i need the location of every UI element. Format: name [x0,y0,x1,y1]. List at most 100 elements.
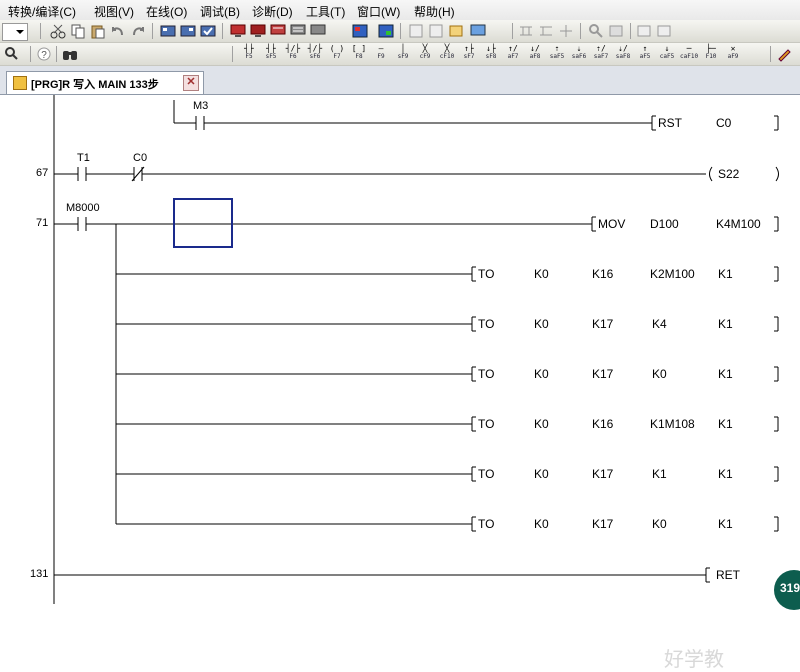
ladder-key-symbol: ─ [686,44,692,53]
ladder-key-saf8[interactable]: ⇣/saF8 [614,45,632,63]
binoculars-icon[interactable] [62,46,78,62]
menu-tools[interactable]: 工具(T) [306,3,345,20]
ladder-zoom-icon[interactable] [518,23,534,39]
device-monitor-icon[interactable] [270,23,286,39]
ladder-key-f5[interactable]: ┤├ F5 [240,45,258,63]
instr-to-arg: K0 [534,267,549,281]
ladder-key-symbol: │ [400,44,406,53]
ladder-key-f9[interactable]: — F9 [372,45,390,63]
cut-icon[interactable] [50,23,66,39]
ladder-key-cf10[interactable]: ╳ cF10 [438,45,456,63]
menu-window[interactable]: 窗口(W) [357,3,400,20]
help-icon[interactable]: ? [36,46,52,62]
ladder-key-f7[interactable]: ( ) F7 [328,45,346,63]
ladder-key-symbol: ┤/├ [285,44,301,53]
menu-debug[interactable]: 调试(B) [200,3,240,20]
ladder-key-f6[interactable]: ┤/├ F6 [284,45,302,63]
instr-to: TO [478,517,495,531]
coil-s22: S22 [718,167,740,181]
monitor-icon[interactable] [230,23,246,39]
edit-mode-icon[interactable] [776,46,792,62]
close-icon[interactable]: ✕ [183,75,199,91]
replace-icon[interactable] [608,23,624,39]
ladder-key-saf7[interactable]: ⇡/saF7 [592,45,610,63]
ladder-key-af5[interactable]: ↑ aF5 [636,45,654,63]
ladder-key-f10[interactable]: ├─ F10 [702,45,720,63]
plc-write-icon[interactable] [180,23,196,39]
ladder-editor[interactable]: 67 71 131 M3 T1 C0 M8000 RST C0 S22 MOV … [0,95,800,671]
ladder-key-af9[interactable]: ✕ aF9 [724,45,742,63]
paste-icon[interactable] [90,23,106,39]
ladder-key-saf5[interactable]: ⇡ saF5 [548,45,566,63]
find-icon[interactable] [588,23,604,39]
menu-convert[interactable]: 转换/编译(C) [8,3,76,20]
step-number: 131 [30,568,49,580]
instr-to: TO [478,417,495,431]
instr-to-arg: K4 [652,317,667,331]
plc-read-icon[interactable] [160,23,176,39]
ladder-key-af8[interactable]: ↓/aF8 [526,45,544,63]
ladder-key-symbol: — [378,44,384,53]
ladder-key-f8[interactable]: [ ] F8 [350,45,368,63]
instr-to-arg: K0 [534,367,549,381]
ladder-key-cf9[interactable]: ╳ cF9 [416,45,434,63]
ladder-key-label: cF10 [439,53,455,60]
standard-toolbar [0,20,800,43]
ladder-key-sf7[interactable]: ↑├ sF7 [460,45,478,63]
ladder-key-af7[interactable]: ↑/aF7 [504,45,522,63]
monitor-write-icon[interactable] [250,23,266,39]
entry-monitor-icon[interactable] [310,23,326,39]
instr-to-arg: K17 [592,467,614,481]
instr-to: TO [478,317,495,331]
comment-icon[interactable] [636,23,652,39]
partial-run-icon[interactable] [448,23,464,39]
instr-to-arg: K1 [718,367,733,381]
ladder-key-symbol: ( ) [329,44,345,53]
ladder-key-label: saF8 [615,53,631,60]
ladder-key-caf10[interactable]: ─ caF10 [680,45,698,63]
contact-t1-label: T1 [77,152,90,164]
toolbar-dropdown[interactable] [2,23,28,41]
ladder-delete-icon[interactable] [558,23,574,39]
ladder-key-label: caF10 [680,53,699,60]
menu-view[interactable]: 视图(V) [94,3,134,20]
ladder-insert-icon[interactable] [538,23,554,39]
undo-icon[interactable] [110,23,126,39]
menu-diagnostics[interactable]: 诊断(D) [252,3,293,20]
transfer-setup-icon[interactable] [378,23,394,39]
program-file-icon [13,76,27,90]
contact-m3-label: M3 [193,100,209,112]
toolbar-separator [580,23,581,39]
contact-c0-label: C0 [133,152,148,164]
ladder-key-saf6[interactable]: ⇣ saF6 [570,45,588,63]
menu-online[interactable]: 在线(O) [146,3,187,20]
ladder-key-sf8[interactable]: ↓├ sF8 [482,45,500,63]
toolbar-separator [56,46,57,62]
ladder-key-label: sF7 [463,53,475,60]
ladder-key-sf5[interactable]: ┤├ sF5 [262,45,280,63]
ladder-key-caf5[interactable]: ↓ caF5 [658,45,676,63]
redo-icon[interactable] [130,23,146,39]
step-run-icon[interactable] [428,23,444,39]
ladder-key-symbol: ⇣/ [618,44,628,53]
menu-help[interactable]: 帮助(H) [414,3,455,20]
ladder-key-sf9[interactable]: │ sF9 [394,45,412,63]
instr-to: TO [478,367,495,381]
list-icon[interactable] [408,23,424,39]
ladder-key-sf6[interactable]: ┤/├ sF6 [306,45,324,63]
program-check-icon[interactable] [352,23,368,39]
to-rows [116,266,779,532]
toolbar-separator [40,23,41,39]
ladder-key-symbol: ┤/├ [307,44,323,53]
ladder-key-symbol: ├─ [706,44,716,53]
instr-to-arg: K1 [718,467,733,481]
chevron-down-icon [16,30,24,34]
ladder-key-symbol: ↓ [664,44,670,53]
zoom-icon[interactable] [4,46,20,62]
display-icon[interactable] [470,23,486,39]
tab-main-program[interactable]: [PRG]R 写入 MAIN 133步 ✕ [6,71,204,94]
batch-monitor-icon[interactable] [290,23,306,39]
copy-icon[interactable] [70,23,86,39]
verify-icon[interactable] [200,23,216,39]
statement-icon[interactable] [656,23,672,39]
